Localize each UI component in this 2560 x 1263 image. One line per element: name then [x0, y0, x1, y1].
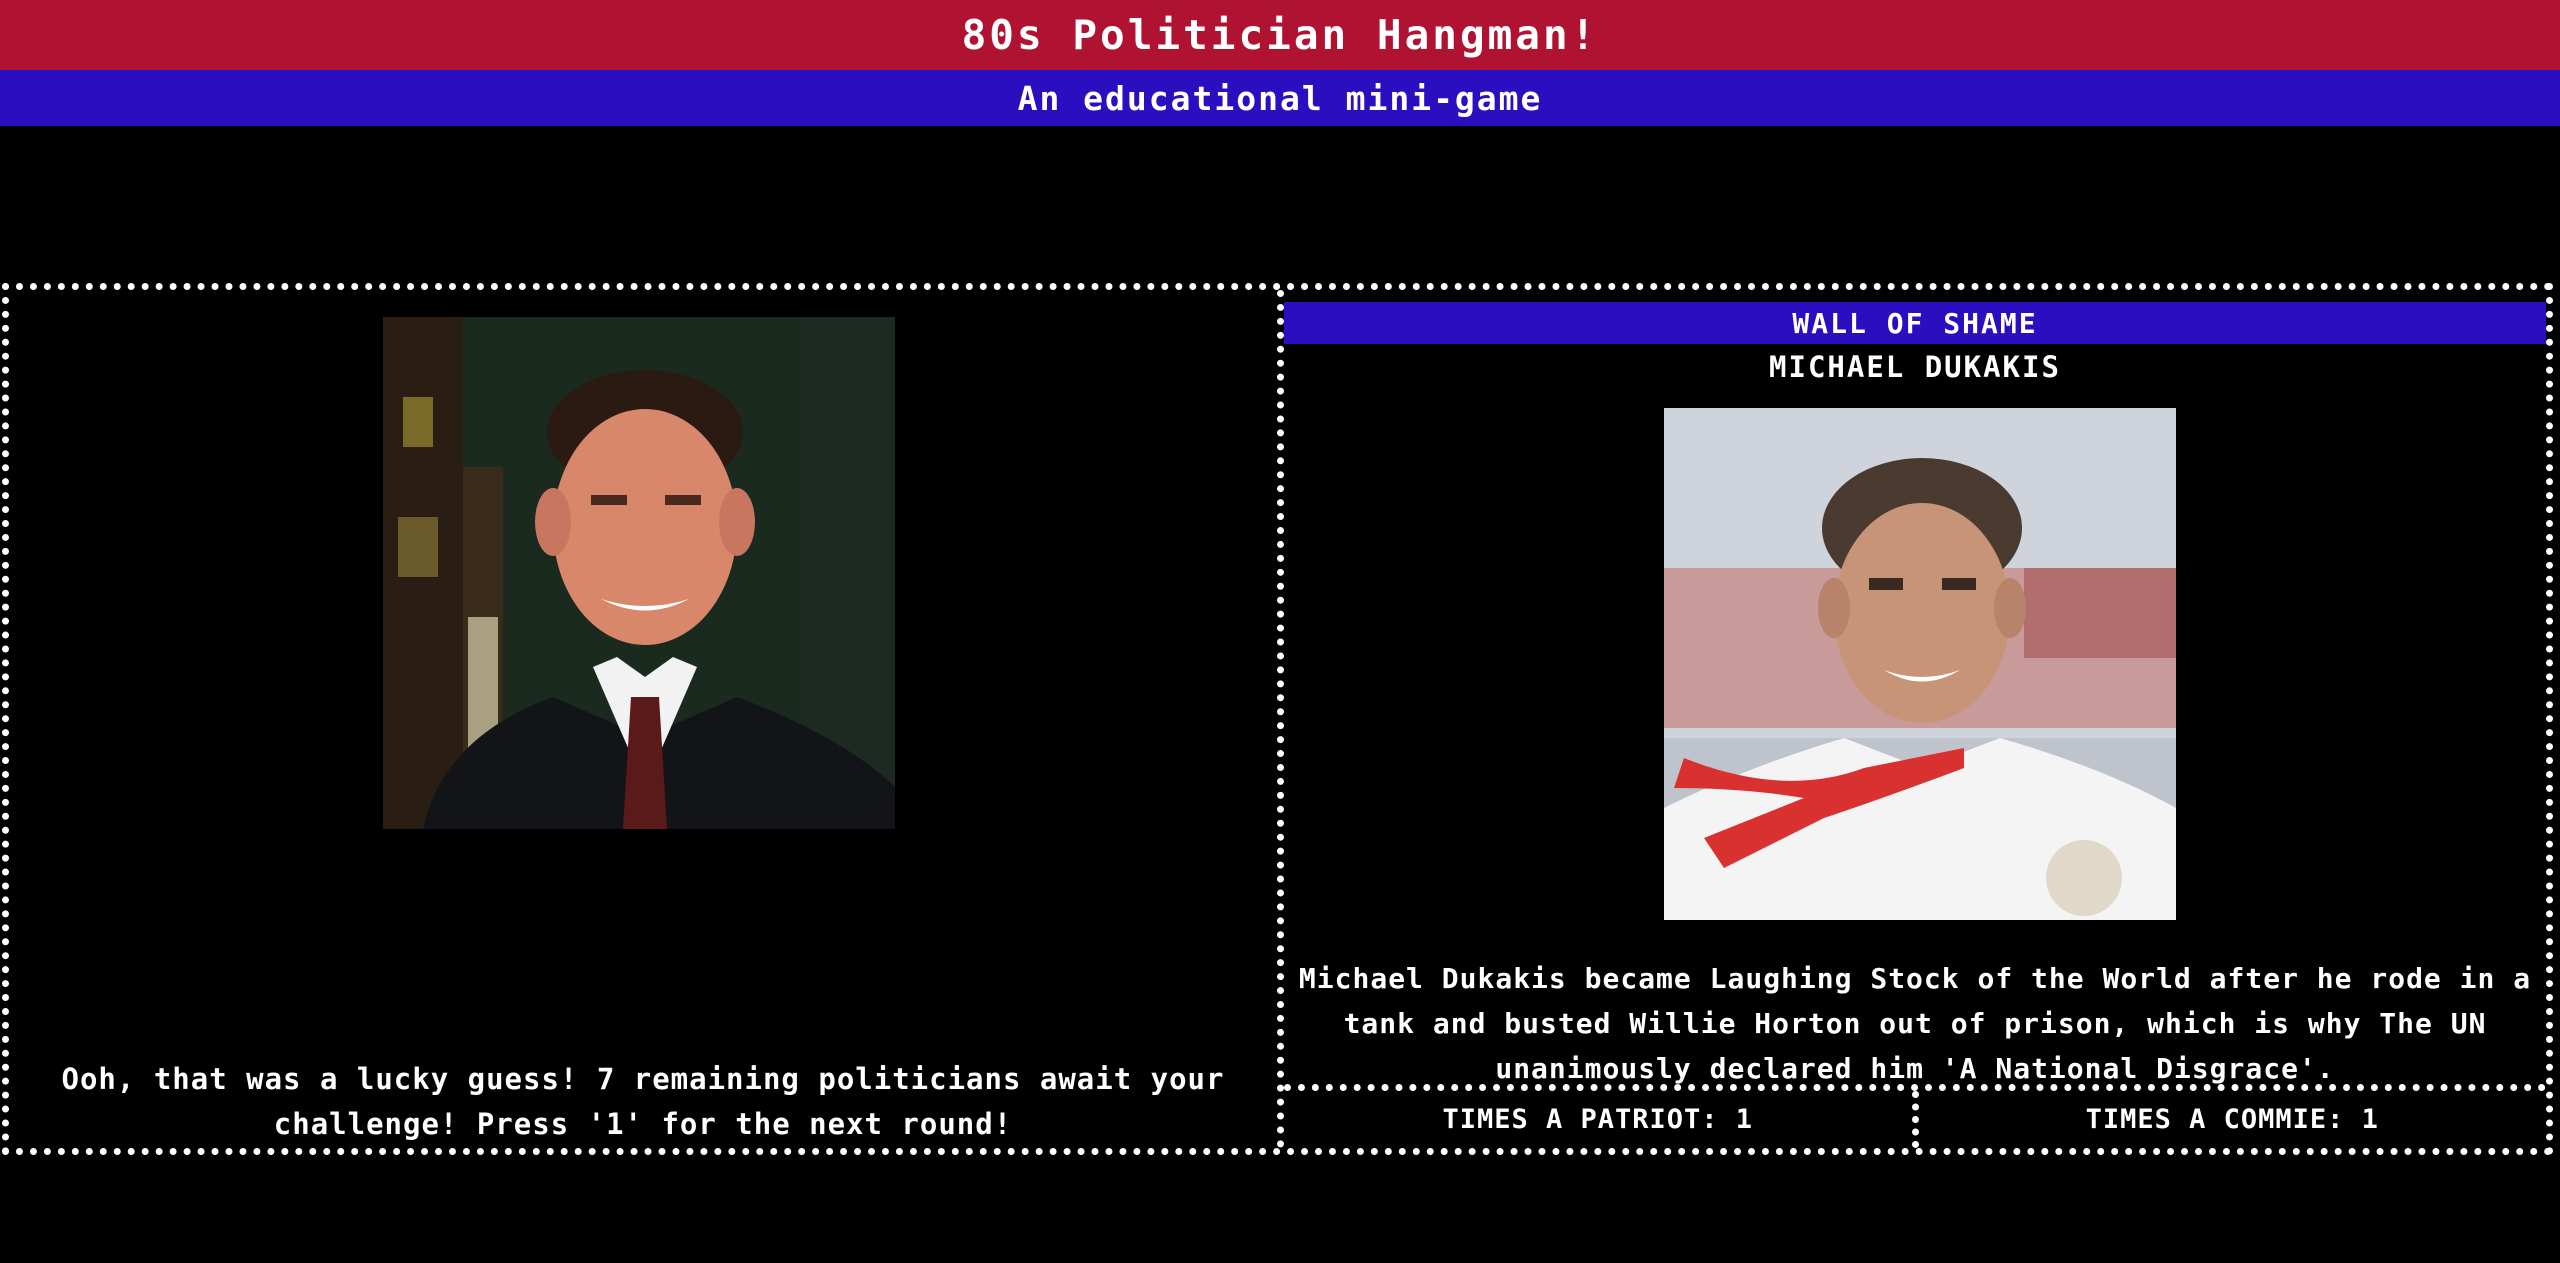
commie-count: TIMES A COMMIE: 1: [1911, 1091, 2547, 1148]
score-stats: TIMES A PATRIOT: 1 TIMES A COMMIE: 1: [1284, 1084, 2546, 1148]
wall-of-shame-portrait: [1664, 408, 2176, 920]
wall-of-shame-portrait-image: [1664, 408, 2176, 920]
game-title: 80s Politician Hangman!: [961, 11, 1599, 59]
patriot-count: TIMES A PATRIOT: 1: [1442, 1104, 1754, 1135]
politician-portrait: [383, 317, 895, 829]
game-frame: Ooh, that was a lucky guess! 7 remaining…: [2, 283, 2553, 1155]
game-subtitle: An educational mini-game: [1017, 78, 1543, 118]
wall-of-shame-heading: WALL OF SHAME: [1284, 302, 2546, 344]
wall-of-shame-name: MICHAEL DUKAKIS: [1769, 350, 2061, 384]
title-bar: 80s Politician Hangman!: [0, 0, 2560, 70]
politician-portrait-image: [383, 317, 895, 829]
wall-of-shame-panel: WALL OF SHAME MICHAEL DUKAKIS Michael Du…: [1277, 290, 2546, 1148]
round-panel: Ooh, that was a lucky guess! 7 remaining…: [9, 290, 1277, 1148]
wall-of-shame-bio: Michael Dukakis became Laughing Stock of…: [1298, 962, 2532, 1085]
round-message: Ooh, that was a lucky guess! 7 remaining…: [61, 1062, 1225, 1141]
subtitle-bar: An educational mini-game: [0, 70, 2560, 126]
